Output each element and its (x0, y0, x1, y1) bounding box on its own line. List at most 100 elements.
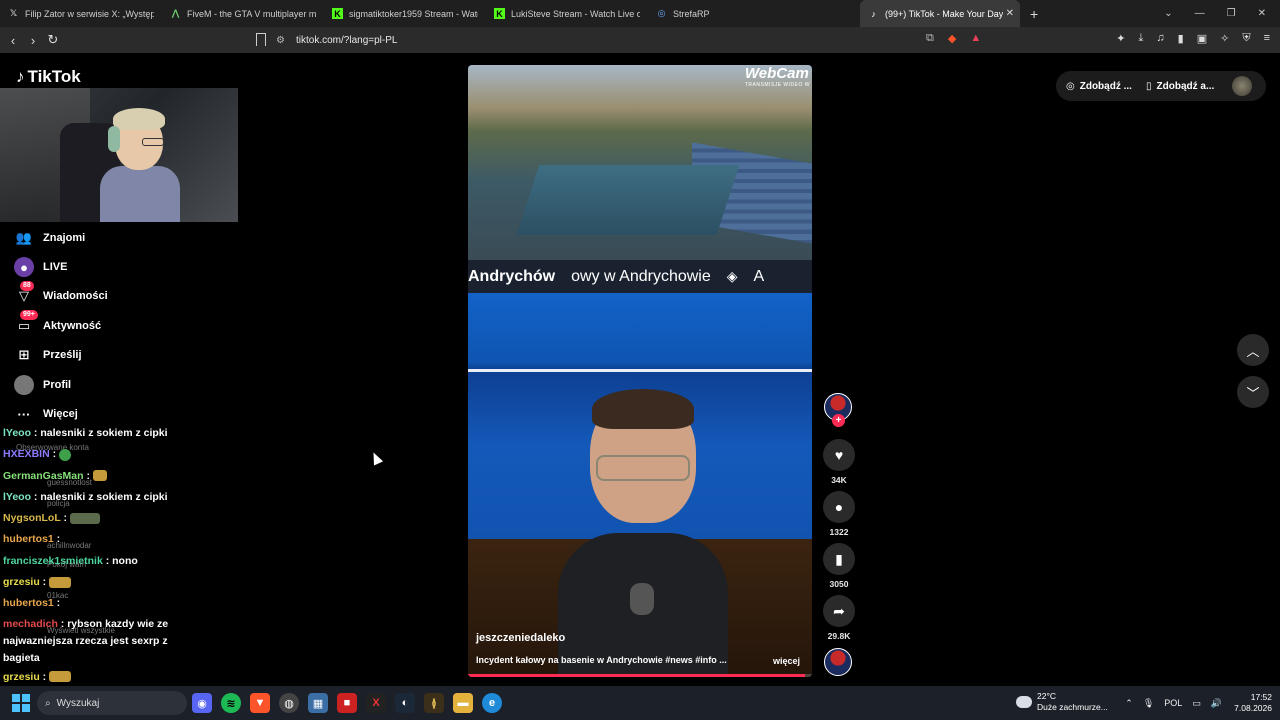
steam-icon[interactable]: ◐ (395, 693, 415, 713)
language-indicator[interactable]: POL (1164, 698, 1182, 708)
address-bar[interactable]: ⚙ tiktok.com/?lang=pl-PL (276, 31, 998, 49)
menu-icon[interactable]: ≡ (1264, 32, 1270, 45)
sidebar-item-live[interactable]: ● LIVE (14, 252, 234, 281)
new-tab-icon[interactable]: + (1030, 6, 1038, 22)
share-action[interactable]: ➦ 29.8K (822, 595, 856, 641)
downloads-icon[interactable]: ⤓ (1139, 32, 1144, 45)
discord-icon[interactable]: ◉ (192, 693, 212, 713)
browser-tab-strip: 𝕏Filip Zator w serwisie X: „Występ arty … (0, 0, 1280, 27)
media-icon[interactable]: ♫ (1156, 32, 1164, 45)
chat-message: GermanGasMan : (3, 466, 203, 487)
bookmark-icon[interactable] (256, 33, 266, 46)
video-progress-fill (468, 674, 806, 677)
kick-app-icon[interactable]: X (366, 693, 386, 713)
reload-icon[interactable]: ↻ (43, 32, 63, 48)
save-action[interactable]: ▮ 3050 (822, 543, 856, 589)
tiktok-note-icon: ♪ (16, 67, 25, 86)
next-video-button[interactable]: ﹀ (1237, 376, 1269, 408)
heart-icon[interactable]: ♥ (823, 439, 855, 471)
chat-message: HXEXBIN : (3, 444, 203, 465)
file-explorer-icon[interactable]: ▬ (453, 693, 473, 713)
share-icon[interactable]: ➦ (823, 595, 855, 627)
bookmark-icon[interactable]: ▮ (823, 543, 855, 575)
browser-tab[interactable]: Ksigmatiktoker1959 Stream - Watch Li (324, 0, 486, 27)
close-window-icon[interactable]: ✕ (1258, 8, 1266, 19)
sidebar-icon[interactable]: ▮ (1178, 32, 1184, 45)
chat-emote (49, 671, 72, 683)
browser-tab[interactable]: 𝕏Filip Zator w serwisie X: „Występ arty (0, 0, 162, 27)
site-info-icon[interactable]: ⚙ (276, 35, 296, 46)
sidebar-item-profile[interactable]: Profil (14, 370, 234, 399)
tiktok-logo[interactable]: ♪ TikTok (16, 67, 81, 87)
windows-start-icon[interactable] (12, 694, 30, 712)
studio-footage (468, 293, 812, 677)
browser-tab[interactable]: KLukiSteve Stream - Watch Live on Kic (486, 0, 648, 27)
taskbar-apps: ◉ ≋ ▼ ◍ ▦ ■ X ◐ ≬ ▬ e (192, 693, 502, 713)
edge-icon[interactable]: e (482, 693, 502, 713)
clock[interactable]: 17:52 7.08.2026 (1228, 692, 1272, 714)
get-app-button[interactable]: ▯ Zdobądź a... (1146, 71, 1214, 101)
chevron-down-icon: ﹀ (1246, 385, 1260, 401)
back-icon[interactable]: ‹ (3, 33, 23, 48)
chevron-up-icon[interactable]: ⌃ (1125, 698, 1133, 709)
more-icon: ··· (17, 406, 31, 422)
sidebar-item-upload[interactable]: ⊞ Prześlij (14, 341, 234, 370)
browser-tab[interactable]: ◎ StrefaRP (648, 0, 748, 27)
sidebar-item-friends[interactable]: 👥 Znajomi (14, 223, 234, 252)
app-icon[interactable]: ■ (337, 693, 357, 713)
taskbar-search[interactable]: ⌕ Wyszukaj (37, 691, 187, 715)
leo-icon[interactable]: ✧ (1220, 32, 1229, 45)
microphone-icon[interactable]: 🎙 (1143, 698, 1154, 709)
brave-shields-icon[interactable]: ◆ (948, 32, 956, 45)
tab-search-icon[interactable]: ⌄ (1164, 8, 1172, 19)
webcam-logo-icon: ◈ (726, 268, 738, 284)
comment-icon[interactable]: ● (823, 491, 855, 523)
chevron-up-icon: ︿ (1246, 343, 1260, 359)
get-coins-button[interactable]: ◎ Zdobądź ... (1066, 71, 1132, 101)
webcam-footage: WebCam TRANSMISJE WIDEO W (468, 65, 812, 260)
x-icon: 𝕏 (9, 8, 18, 18)
chat-emote (59, 448, 72, 461)
follow-plus-icon[interactable]: + (832, 414, 845, 427)
video-caption: Incydent kałowy na basenie w Andrychowie… (476, 655, 727, 665)
search-icon: ⌕ (45, 697, 51, 709)
video-author[interactable]: jeszczeniedaleko (476, 632, 565, 644)
messages-badge: 88 (20, 280, 34, 291)
profile-icon (14, 374, 34, 395)
vpn-icon[interactable]: ⛨ (1242, 32, 1250, 45)
extensions-icon[interactable]: ✦ (1116, 32, 1125, 45)
video-progress[interactable] (468, 674, 812, 677)
close-tab-icon[interactable]: ✕ (1006, 8, 1014, 19)
forward-icon[interactable]: › (23, 33, 43, 48)
caption-more-link[interactable]: więcej (773, 656, 800, 666)
comment-action[interactable]: ● 1322 (822, 491, 856, 537)
user-avatar[interactable] (1232, 76, 1252, 96)
browser-tab-active[interactable]: ♪ (99+) TikTok - Make Your Day ✕ (860, 0, 1020, 27)
video-player[interactable]: WebCam TRANSMISJE WIDEO W Andrychów owy w… (468, 65, 812, 677)
speaker-icon[interactable]: 🔊 (1211, 698, 1222, 709)
browser-tab[interactable]: ⋀FiveM - the GTA V multiplayer modifi (162, 0, 324, 27)
sidebar-item-messages[interactable]: ▽ 88 Wiadomości (14, 280, 234, 311)
display-icon[interactable]: ▭ (1192, 698, 1201, 709)
chat-message: NygsonLoL : (3, 508, 203, 529)
calculator-icon[interactable]: ▦ (308, 693, 328, 713)
chrome-icon[interactable]: ◍ (279, 693, 299, 713)
previous-video-button[interactable]: ︿ (1237, 334, 1269, 366)
spotify-icon[interactable]: ≋ (221, 693, 241, 713)
fivem-icon: ⋀ (171, 8, 180, 18)
sidebar-item-activity[interactable]: ▭ 99+ Aktywność (14, 310, 234, 340)
weather-widget[interactable]: 22°C Duże zachmurze... (1016, 691, 1108, 713)
translate-icon[interactable]: ⧉ (926, 32, 934, 45)
minimize-icon[interactable]: — (1195, 8, 1205, 19)
window-controls: ⌄ — ❐ ✕ (1164, 0, 1280, 27)
windows-taskbar: ⌕ Wyszukaj ◉ ≋ ▼ ◍ ▦ ■ X ◐ ≬ ▬ e 22°C Duże… (0, 686, 1280, 720)
maximize-icon[interactable]: ❐ (1227, 8, 1236, 19)
coin-icon: ◎ (1066, 80, 1075, 92)
brave-rewards-icon[interactable]: ▲ (970, 32, 981, 45)
wallet-icon[interactable]: ▣ (1197, 32, 1207, 45)
music-disc-avatar[interactable] (824, 648, 852, 676)
game-launcher-icon[interactable]: ≬ (424, 693, 444, 713)
globe-icon: ◎ (657, 8, 666, 18)
brave-icon[interactable]: ▼ (250, 693, 270, 713)
like-action[interactable]: ♥ 34K (822, 439, 856, 485)
